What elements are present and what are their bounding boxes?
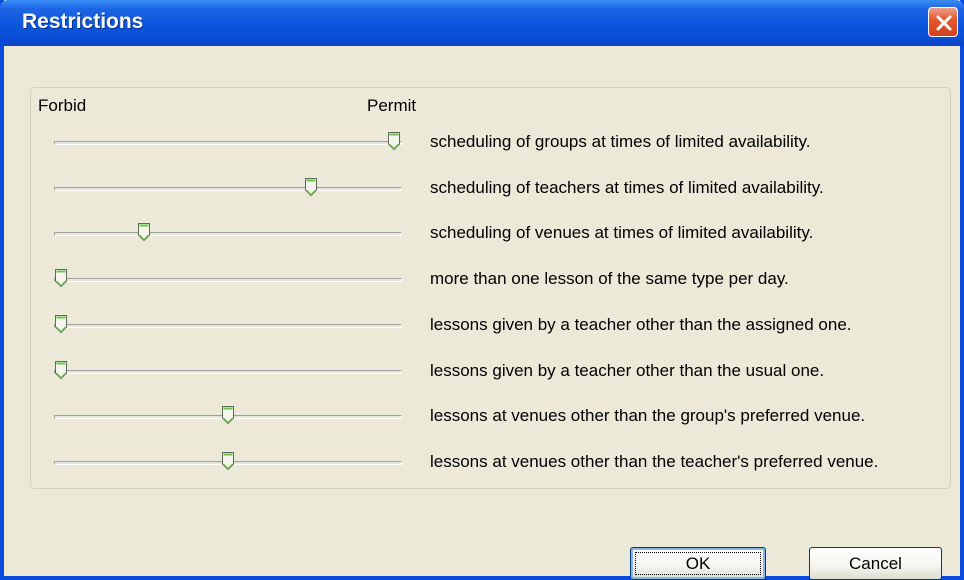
slider-thumb[interactable] bbox=[387, 131, 401, 151]
restriction-row: lessons at venues other than the teacher… bbox=[4, 444, 964, 484]
restriction-row: lessons given by a teacher other than th… bbox=[4, 353, 964, 393]
restriction-row: scheduling of teachers at times of limit… bbox=[4, 170, 964, 210]
title-bar[interactable]: Restrictions bbox=[0, 0, 964, 46]
restriction-label: more than one lesson of the same type pe… bbox=[430, 269, 789, 289]
restriction-row: scheduling of groups at times of limited… bbox=[4, 124, 964, 164]
restriction-label: lessons at venues other than the group's… bbox=[430, 406, 866, 426]
cancel-button-label: Cancel bbox=[849, 554, 902, 573]
ok-button[interactable]: OK bbox=[630, 547, 766, 580]
restriction-label: scheduling of groups at times of limited… bbox=[430, 132, 811, 151]
slider-track[interactable] bbox=[54, 323, 402, 328]
slider-thumb[interactable] bbox=[137, 222, 151, 242]
slider-thumb[interactable] bbox=[54, 360, 68, 380]
slider-track[interactable] bbox=[54, 232, 402, 237]
restriction-row: scheduling of venues at times of limited… bbox=[4, 215, 964, 255]
slider-track[interactable] bbox=[54, 186, 402, 191]
slider-thumb[interactable] bbox=[304, 177, 318, 197]
cancel-button[interactable]: Cancel bbox=[809, 547, 942, 580]
forbid-label: Forbid bbox=[38, 96, 87, 115]
restriction-row: more than one lesson of the same type pe… bbox=[4, 261, 964, 301]
slider-thumb[interactable] bbox=[54, 268, 68, 288]
restriction-row: lessons at venues other than the group's… bbox=[4, 398, 964, 438]
restriction-label: lessons given by a teacher other than th… bbox=[430, 314, 852, 334]
focus-rectangle bbox=[635, 552, 761, 575]
slider-track[interactable] bbox=[54, 141, 402, 145]
restrictions-dialog: Restrictions Forbid Permit scheduling of… bbox=[0, 0, 964, 580]
slider-thumb[interactable] bbox=[221, 451, 235, 471]
slider-track[interactable] bbox=[54, 278, 402, 283]
restriction-label: lessons at venues other than the teacher… bbox=[430, 451, 879, 471]
restriction-label: scheduling of venues at times of limited… bbox=[430, 223, 814, 243]
slider-thumb[interactable] bbox=[221, 405, 235, 425]
slider-track[interactable] bbox=[54, 369, 402, 374]
close-icon bbox=[936, 15, 952, 31]
restriction-row: lessons given by a teacher other than th… bbox=[4, 307, 964, 347]
close-button[interactable] bbox=[928, 7, 958, 37]
dialog-title: Restrictions bbox=[22, 10, 144, 33]
restriction-label: scheduling of teachers at times of limit… bbox=[430, 177, 824, 197]
restriction-label: lessons given by a teacher other than th… bbox=[430, 360, 825, 380]
permit-label: Permit bbox=[367, 96, 417, 115]
slider-thumb[interactable] bbox=[54, 314, 68, 334]
